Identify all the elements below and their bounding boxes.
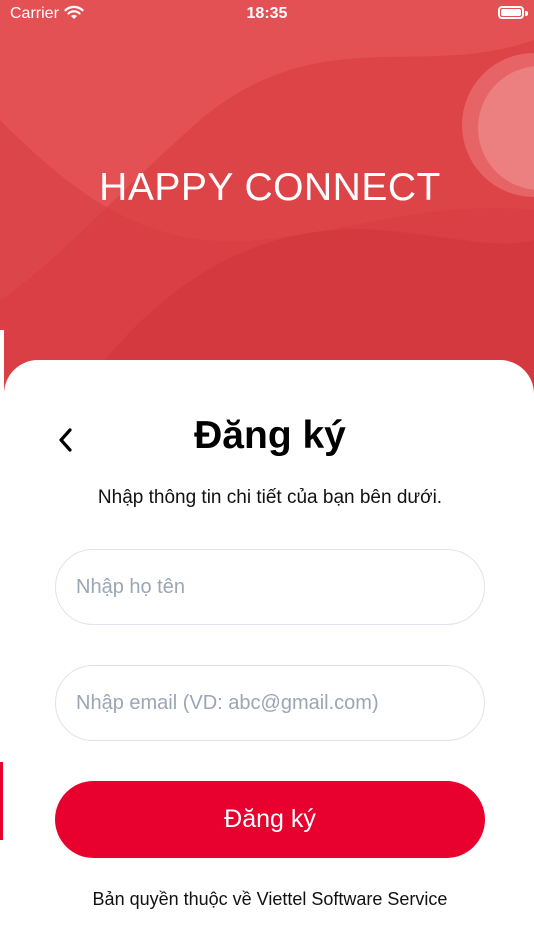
status-bar: Carrier 18:35 — [0, 0, 534, 30]
clock: 18:35 — [246, 5, 288, 22]
email-field[interactable] — [55, 665, 485, 741]
page-subtitle: Nhập thông tin chi tiết của bạn bên dưới… — [97, 487, 443, 508]
battery-icon — [498, 6, 524, 19]
email-input[interactable] — [56, 666, 484, 740]
name-field[interactable] — [55, 549, 485, 625]
name-input[interactable] — [56, 550, 484, 624]
copyright-text: Bản quyền thuộc về Viettel Software Serv… — [92, 889, 448, 909]
page-title: Đăng ký — [194, 414, 346, 457]
battery-cap — [525, 11, 528, 16]
underlying-button-edge — [0, 762, 3, 840]
app-title: HAPPY CONNECT — [99, 166, 441, 209]
header-banner: Carrier 18:35 HAPPY CONNECT — [0, 0, 534, 420]
banner-background-shapes — [0, 0, 534, 420]
register-button[interactable]: Đăng ký — [55, 781, 485, 858]
